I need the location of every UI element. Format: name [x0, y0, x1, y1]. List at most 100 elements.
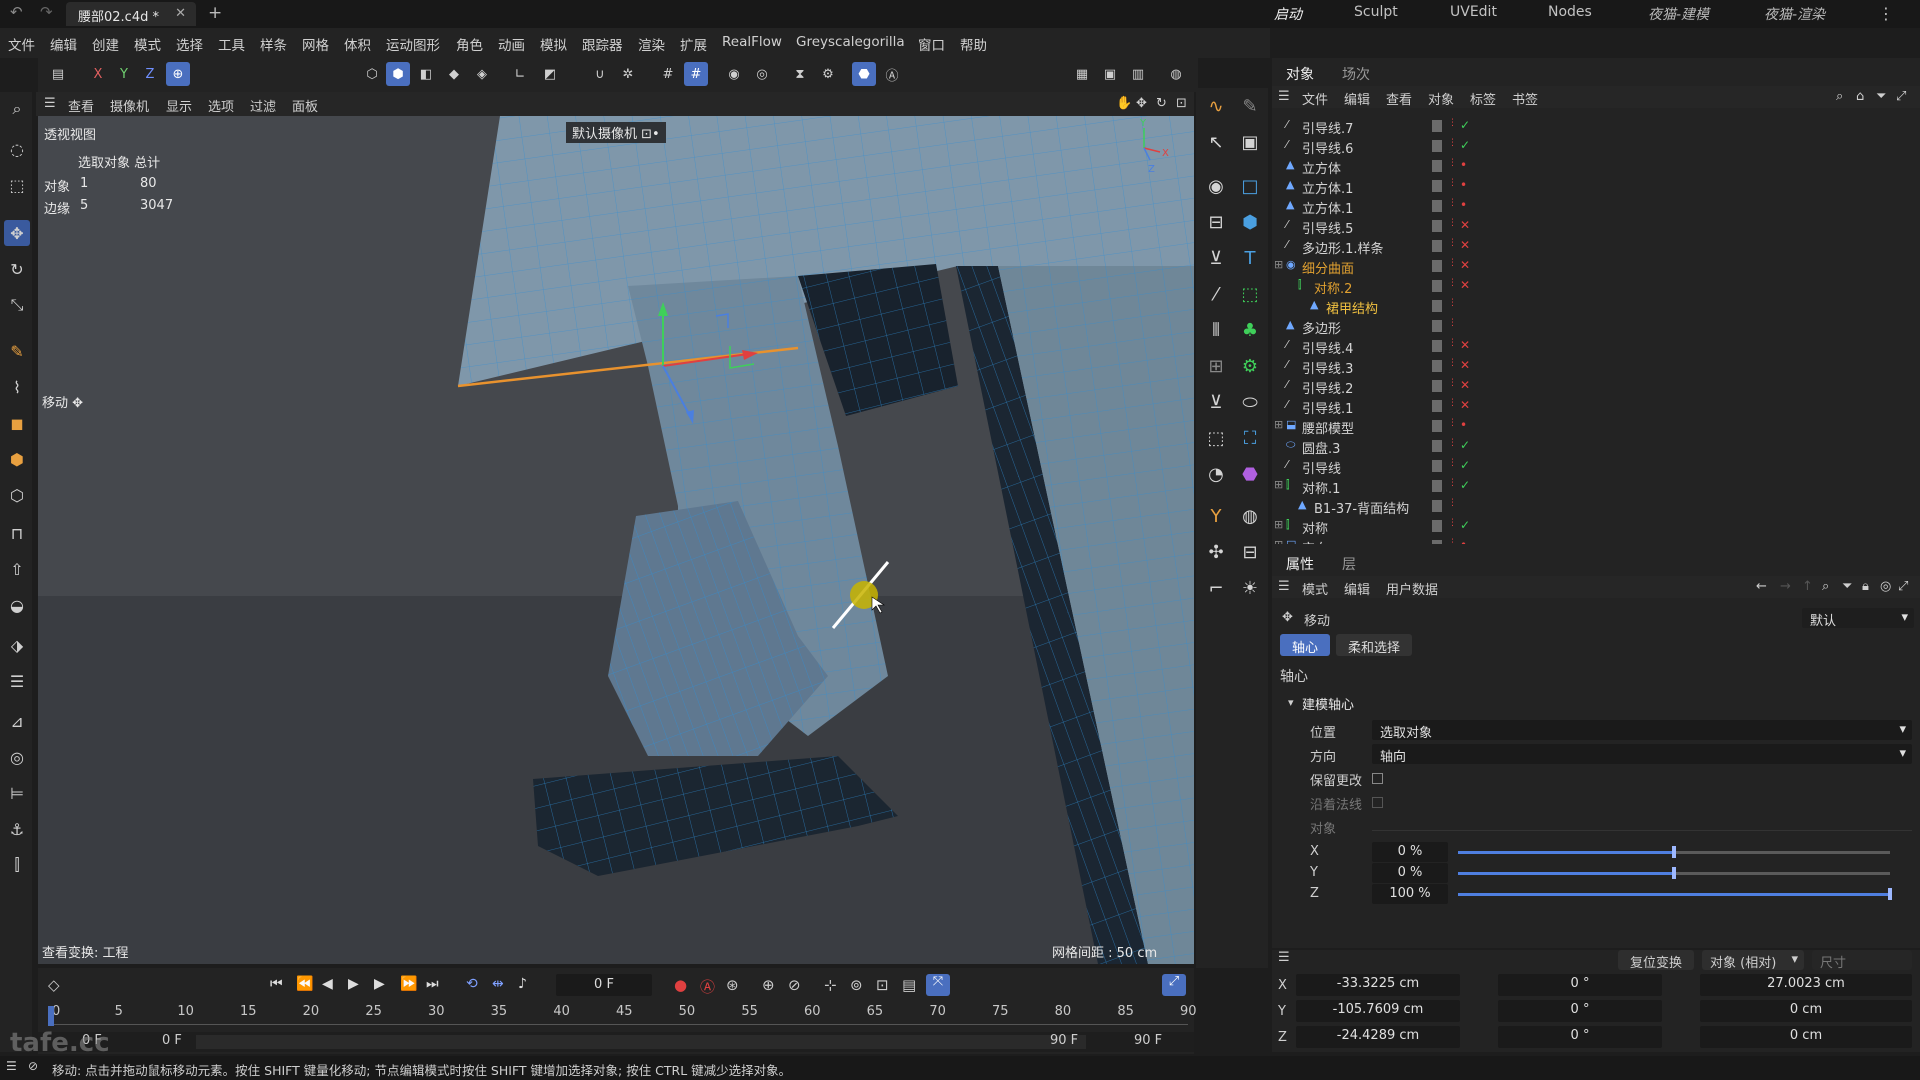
layer-color-swatch[interactable] — [1432, 420, 1442, 432]
range-slider[interactable] — [196, 1035, 1086, 1049]
y-axis-lock[interactable]: Y — [112, 62, 136, 86]
viewport-menu-view[interactable]: 查看 — [68, 96, 94, 115]
expand-toggle-icon[interactable]: ⊞ — [1274, 538, 1283, 544]
object-row[interactable]: ⁄ 引导线.1 ⋮ ✕ — [1272, 396, 1917, 417]
current-frame-field[interactable]: 0 F — [556, 974, 652, 996]
object-status-icon[interactable]: ✕ — [1460, 218, 1470, 232]
sound-icon[interactable]: ♪ — [518, 976, 527, 992]
layer-color-swatch[interactable] — [1432, 220, 1442, 232]
visibility-dots-icon[interactable]: ⋮ — [1448, 298, 1457, 308]
pan-icon[interactable]: ✋ — [1116, 96, 1132, 111]
layer-color-swatch[interactable] — [1432, 120, 1442, 132]
motion-icon[interactable]: ▤ — [902, 976, 916, 994]
x-axis-lock[interactable]: X — [86, 62, 110, 86]
render-settings-icon[interactable]: ▥ — [1126, 62, 1150, 86]
render-picture-icon[interactable]: ▣ — [1098, 62, 1122, 86]
workspace-nodes[interactable]: Nodes — [1548, 4, 1592, 20]
object-status-icon[interactable]: • — [1460, 178, 1467, 192]
play-icon[interactable]: ▶ — [348, 976, 359, 992]
attribute-menu-icon[interactable]: ☰ — [1278, 579, 1290, 594]
preset-dropdown[interactable]: 默认 ▾ — [1802, 608, 1914, 629]
search-icon[interactable]: ⌕ — [1836, 89, 1843, 104]
layer-color-swatch[interactable] — [1432, 500, 1442, 512]
up-arrow-icon[interactable]: ↑ — [1802, 579, 1813, 594]
next-frame-icon[interactable]: ▶ — [374, 976, 385, 992]
render-region-icon[interactable]: ◉ — [722, 62, 746, 86]
menu-simulate[interactable]: 模拟 — [540, 34, 567, 54]
menu-mesh[interactable]: 网格 — [302, 34, 329, 54]
object-status-icon[interactable]: ✕ — [1460, 338, 1470, 352]
slider-value-field[interactable]: 100 % — [1372, 884, 1448, 904]
volume-icon[interactable]: ⬣ — [1236, 460, 1264, 488]
live-select-icon[interactable]: ◌ — [4, 136, 30, 162]
object-status-icon[interactable]: ✓ — [1460, 458, 1470, 472]
keyframe-selection-icon[interactable]: ⊛ — [726, 976, 739, 994]
dolly-icon[interactable]: ✥ — [1136, 96, 1147, 111]
visibility-dots-icon[interactable]: ⋮ — [1448, 398, 1457, 408]
eye-icon[interactable]: ◔ — [1202, 460, 1230, 488]
subtab-soft-selection[interactable]: 柔和选择 — [1336, 634, 1412, 656]
object-row[interactable]: ▲ 立方体 ⋮ • — [1272, 156, 1917, 177]
layer-color-swatch[interactable] — [1432, 240, 1442, 252]
position-field[interactable]: -33.3225 cm — [1296, 974, 1460, 996]
menu-help[interactable]: 帮助 — [960, 34, 987, 54]
layer-color-swatch[interactable] — [1432, 300, 1442, 312]
layer-color-swatch[interactable] — [1432, 180, 1442, 192]
object-menu-tags[interactable]: 标签 — [1470, 89, 1496, 108]
magnet-icon[interactable]: ∪ — [588, 62, 612, 86]
rotation-field[interactable]: 0 ° — [1498, 974, 1662, 996]
menu-file[interactable]: 文件 — [8, 34, 35, 54]
menu-extensions[interactable]: 扩展 — [680, 34, 707, 54]
figure-icon[interactable]: ⛶ — [1236, 424, 1264, 452]
viewport-menu-camera[interactable]: 摄像机 — [110, 96, 149, 115]
layer-color-swatch[interactable] — [1432, 320, 1442, 332]
boole-icon[interactable]: ⊟ — [1202, 208, 1230, 236]
parameter-key-icon[interactable]: ⊚ — [850, 976, 863, 994]
object-row[interactable]: ⊞ ⬓ 腰部模型 ⋮ • — [1272, 416, 1917, 437]
menu-volume[interactable]: 体积 — [344, 34, 371, 54]
object-status-icon[interactable]: ✕ — [1460, 278, 1470, 292]
object-status-icon[interactable]: ✓ — [1460, 438, 1470, 452]
menu-window[interactable]: 窗口 — [918, 34, 945, 54]
object-row[interactable]: ⬭ 圆盘.3 ⋮ ✓ — [1272, 436, 1917, 457]
object-status-icon[interactable]: • — [1460, 198, 1467, 212]
model-mode-icon[interactable]: ⬡ — [360, 62, 384, 86]
orbit-icon[interactable]: ↻ — [1156, 96, 1167, 111]
menu-select[interactable]: 选择 — [176, 34, 203, 54]
scale-tool-icon[interactable]: ⤡ — [4, 292, 30, 318]
object-row[interactable]: ⁄ 多边形.1.样条 ⋮ ✕ — [1272, 236, 1917, 257]
capsule-icon[interactable]: ⬭ — [1236, 388, 1264, 416]
previous-key-icon[interactable]: ⏪ — [296, 976, 313, 992]
object-row[interactable]: ⊞ ⫿ 对称 ⋮ ✓ — [1272, 516, 1917, 537]
position-field[interactable]: -105.7609 cm — [1296, 1000, 1460, 1022]
visibility-dots-icon[interactable]: ⋮ — [1448, 258, 1457, 268]
layer-color-swatch[interactable] — [1432, 440, 1442, 452]
visibility-dots-icon[interactable]: ⋮ — [1448, 418, 1457, 428]
filter-icon[interactable]: ⏷ — [1876, 89, 1886, 104]
go-to-end-icon[interactable]: ⏭ — [426, 976, 439, 992]
tab-attributes[interactable]: 属性 — [1286, 554, 1314, 574]
viewport-menu-icon[interactable]: ☰ — [44, 96, 56, 111]
slider-value-field[interactable]: 0 % — [1372, 863, 1448, 883]
maximize-icon[interactable]: ⊡ — [1176, 96, 1187, 111]
effector-icon[interactable]: ♣ — [1236, 316, 1264, 344]
home-icon[interactable]: ⌂ — [1856, 89, 1864, 104]
cube-icon[interactable]: ⬢ — [4, 446, 30, 472]
object-menu-object[interactable]: 对象 — [1428, 89, 1454, 108]
scheme-icon[interactable]: ⤧ — [926, 974, 950, 996]
position-key-icon[interactable]: ⊕ — [762, 976, 775, 994]
menu-character[interactable]: 角色 — [456, 34, 483, 54]
workspace-sculpt[interactable]: Sculpt — [1354, 4, 1398, 20]
menu-render[interactable]: 渲染 — [638, 34, 665, 54]
close-icon[interactable]: ✕ — [175, 6, 186, 21]
visibility-dots-icon[interactable]: ⋮ — [1448, 238, 1457, 248]
expand-toggle-icon[interactable]: ⊞ — [1274, 478, 1283, 491]
stitch-icon[interactable]: ⫿ — [4, 852, 30, 878]
visibility-dots-icon[interactable]: ⋮ — [1448, 378, 1457, 388]
menu-greyscalegorilla[interactable]: Greyscalegorilla — [796, 34, 905, 50]
point-level-icon[interactable]: ⊡ — [876, 976, 889, 994]
layer-color-swatch[interactable] — [1432, 260, 1442, 272]
object-row[interactable]: ▲ B1-37-背面结构 ⋮ — [1272, 496, 1917, 517]
slider-value-field[interactable]: 0 % — [1372, 842, 1448, 862]
visibility-dots-icon[interactable]: ⋮ — [1448, 218, 1457, 228]
